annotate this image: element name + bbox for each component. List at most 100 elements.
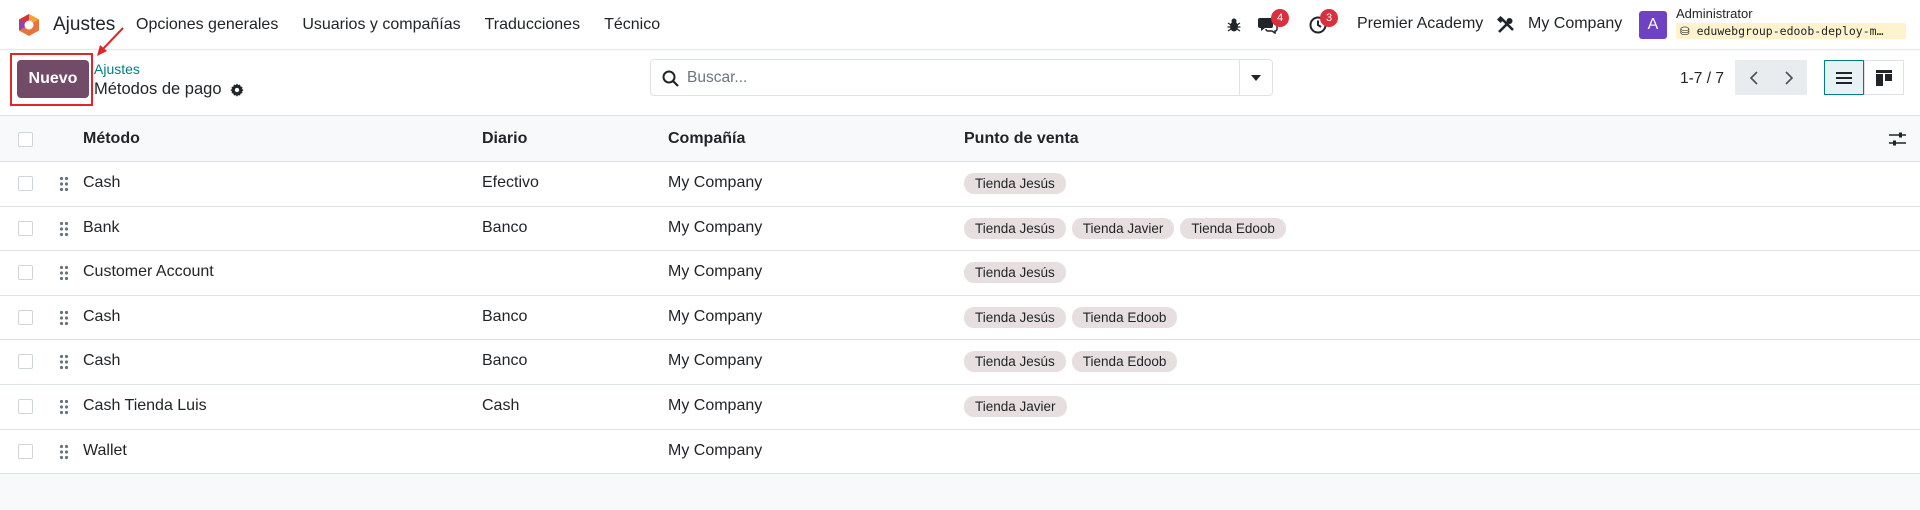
- table-row[interactable]: Cash Tienda Luis Cash My Company Tienda …: [0, 384, 1920, 430]
- drag-handle-icon[interactable]: [59, 354, 69, 370]
- cell-punto-de-venta: Tienda Jesús Tienda Javier Tienda Edoob: [964, 217, 1286, 239]
- website-switcher[interactable]: Premier Academy: [1357, 15, 1483, 33]
- breadcrumb[interactable]: Ajustes: [94, 61, 140, 77]
- pos-tag[interactable]: Tienda Jesús: [964, 351, 1066, 373]
- cell-punto-de-venta: Tienda Jesús Tienda Edoob: [964, 351, 1178, 373]
- cell-metodo: Cash: [83, 352, 121, 370]
- chevron-left-icon: [1749, 70, 1758, 85]
- table-row[interactable]: Bank Banco My Company Tienda Jesús Tienda…: [0, 206, 1920, 252]
- menu-item-traducciones[interactable]: Traducciones: [473, 0, 592, 50]
- cell-punto-de-venta: Tienda Jesús: [964, 262, 1066, 284]
- drag-handle-icon[interactable]: [59, 221, 69, 237]
- bug-icon[interactable]: [1222, 13, 1246, 37]
- tools-icon[interactable]: [1494, 13, 1518, 37]
- cell-metodo: Cash: [83, 174, 121, 191]
- cell-punto-de-venta: Tienda Jesús Tienda Edoob: [964, 306, 1178, 328]
- drag-handle-icon[interactable]: [59, 444, 69, 460]
- search-input[interactable]: [687, 60, 1227, 95]
- drag-handle-icon[interactable]: [59, 310, 69, 326]
- database-name: ⛁ eduwebgroup-edoob-deploy-m…: [1676, 23, 1906, 39]
- list-icon: [1836, 71, 1852, 84]
- cell-diario: Banco: [482, 218, 528, 236]
- cell-punto-de-venta: Tienda Javier: [964, 395, 1067, 417]
- cell-metodo: Cash Tienda Luis: [83, 396, 207, 414]
- table-row[interactable]: Cash Banco My Company Tienda Jesús Tienda…: [0, 295, 1920, 341]
- cell-diario: Banco: [482, 307, 528, 325]
- menu-item-tecnico[interactable]: Técnico: [592, 0, 672, 50]
- pos-tag[interactable]: Tienda Jesús: [964, 173, 1066, 194]
- table-row[interactable]: Customer Account My Company Tienda Jesús: [0, 251, 1920, 296]
- payment-methods-table: Método Diario Compañía Punto de venta Ca…: [0, 117, 1920, 475]
- cell-metodo: Wallet: [83, 441, 127, 459]
- row-checkbox[interactable]: [18, 443, 33, 459]
- messages-badge: 4: [1271, 9, 1289, 27]
- cell-diario: Banco: [482, 352, 528, 370]
- pos-tag[interactable]: Tienda Jesús: [964, 306, 1066, 328]
- activities-badge: 3: [1320, 9, 1338, 27]
- pos-tag[interactable]: Tienda Javier: [964, 395, 1067, 417]
- cell-diario: Efectivo: [482, 174, 539, 191]
- cell-compania: My Company: [668, 352, 763, 370]
- row-checkbox[interactable]: [18, 309, 33, 325]
- cell-punto-de-venta: Tienda Jesús: [964, 173, 1066, 194]
- pos-tag[interactable]: Tienda Jesús: [964, 217, 1066, 239]
- caret-down-icon: [1251, 74, 1261, 81]
- kanban-view-button[interactable]: [1864, 60, 1904, 95]
- cell-compania: My Company: [668, 396, 763, 414]
- select-all-checkbox[interactable]: [18, 132, 33, 147]
- table-header: Método Diario Compañía Punto de venta: [0, 117, 1920, 162]
- highlight-annotation: [10, 53, 93, 106]
- table-row[interactable]: Cash Banco My Company Tienda Jesús Tienda…: [0, 340, 1920, 385]
- search-options-toggle[interactable]: [1239, 60, 1272, 95]
- table-row[interactable]: Wallet My Company: [0, 429, 1920, 475]
- list-view-button[interactable]: [1824, 60, 1864, 95]
- chevron-right-icon: [1784, 70, 1793, 85]
- search-icon: [662, 70, 679, 87]
- company-switcher[interactable]: My Company: [1528, 15, 1622, 33]
- menu-item-opciones-generales[interactable]: Opciones generales: [136, 0, 290, 50]
- avatar[interactable]: A: [1639, 11, 1667, 39]
- table-row[interactable]: Cash Efectivo My Company Tienda Jesús: [0, 162, 1920, 207]
- column-header-metodo[interactable]: Método: [83, 130, 140, 148]
- drag-handle-icon[interactable]: [59, 399, 69, 415]
- user-name[interactable]: Administrator: [1676, 6, 1753, 21]
- pos-tag[interactable]: Tienda Jesús: [964, 262, 1066, 284]
- pager-next-button[interactable]: [1771, 60, 1807, 95]
- cell-metodo: Cash: [83, 307, 121, 325]
- database-name-text: eduwebgroup-edoob-deploy-m…: [1696, 24, 1884, 38]
- column-header-diario[interactable]: Diario: [482, 130, 527, 148]
- page-title: Métodos de pago: [94, 80, 222, 98]
- row-checkbox[interactable]: [18, 220, 33, 236]
- optional-columns-icon[interactable]: [1889, 131, 1906, 148]
- cell-compania: My Company: [668, 441, 763, 459]
- cell-metodo: Customer Account: [83, 263, 214, 281]
- row-checkbox[interactable]: [18, 354, 33, 370]
- pos-tag[interactable]: Tienda Edoob: [1180, 217, 1286, 239]
- row-checkbox[interactable]: [18, 265, 33, 281]
- control-panel: Nuevo Ajustes Métodos de pago 1-7 / 7: [0, 27, 1920, 116]
- top-navbar: Ajustes Opciones generales Usuarios y co…: [0, 0, 1920, 50]
- cell-metodo: Bank: [83, 218, 120, 236]
- drag-handle-icon[interactable]: [59, 265, 69, 281]
- cell-compania: My Company: [668, 263, 763, 281]
- gear-icon[interactable]: [229, 82, 244, 97]
- column-header-punto-de-venta[interactable]: Punto de venta: [964, 130, 1079, 148]
- row-checkbox[interactable]: [18, 398, 33, 414]
- drag-handle-icon[interactable]: [59, 176, 69, 192]
- app-logo-icon[interactable]: [17, 13, 41, 37]
- table-body: Cash Efectivo My Company Tienda Jesús Ba…: [0, 162, 1920, 475]
- pos-tag[interactable]: Tienda Edoob: [1071, 306, 1178, 328]
- row-checkbox[interactable]: [18, 176, 33, 191]
- pos-tag[interactable]: Tienda Javier: [1071, 217, 1175, 239]
- cell-diario: Cash: [482, 396, 520, 414]
- page-title-wrap: Métodos de pago: [94, 80, 244, 99]
- pager-previous-button[interactable]: [1735, 60, 1771, 95]
- search-box: [650, 59, 1273, 96]
- menu-item-usuarios[interactable]: Usuarios y compañías: [290, 0, 472, 50]
- arrow-annotation-icon: [97, 27, 124, 56]
- pos-tag[interactable]: Tienda Edoob: [1071, 351, 1178, 373]
- pager-value[interactable]: 1-7 / 7: [1680, 70, 1724, 88]
- main-menu: Opciones generales Usuarios y compañías …: [136, 0, 672, 50]
- kanban-icon: [1876, 69, 1892, 86]
- column-header-compania[interactable]: Compañía: [668, 130, 745, 148]
